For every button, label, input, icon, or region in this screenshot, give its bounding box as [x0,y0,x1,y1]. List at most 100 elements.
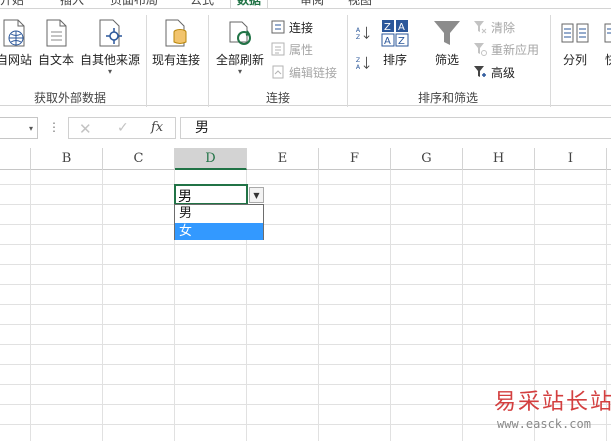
tab-insert[interactable]: 插入 [60,0,84,8]
gridline [0,244,611,245]
gridline [318,170,319,441]
svg-text:Z: Z [356,57,360,64]
gridline [0,224,611,225]
properties-icon [270,41,286,57]
svg-text:Z: Z [356,34,360,41]
gridline [30,170,31,441]
svg-text:Z: Z [384,22,391,33]
site-watermark: 易采站长站 [494,390,611,415]
reapply-filter-label: 重新应用 [491,42,540,57]
active-cell-d[interactable]: 男 [174,184,248,205]
reapply-filter-icon [472,41,488,57]
filter-button[interactable]: 筛选 [432,17,462,67]
dropdown-option-male[interactable]: 男 [175,205,263,222]
clear-filter-button[interactable]: 清除 [472,17,515,37]
dropdown-option-female[interactable]: 女 [175,223,263,240]
edit-links-button[interactable]: 编辑链接 [270,62,337,82]
tab-home[interactable]: 开始 [0,0,24,8]
connections-group-label: 连接 [266,91,291,105]
column-header-c[interactable]: C [103,148,175,170]
svg-text:A: A [398,22,405,33]
edit-links-label: 编辑链接 [289,65,338,80]
cancel-icon[interactable]: ✕ [79,120,92,138]
sort-ascending-icon: AZ [355,25,371,41]
existing-connections-button[interactable]: 现有连接 [152,17,200,67]
sort-filter-group-label: 排序和筛选 [418,91,479,105]
svg-text:A: A [384,36,391,47]
connections-button[interactable]: 连接 [270,17,313,37]
sort-button[interactable]: ZAAZ 排序 [380,17,410,67]
text-to-columns-label: 分列 [562,53,587,67]
from-other-sources-button[interactable]: 自其他来源 ▾ [80,17,140,76]
chevron-down-icon: ▼ [253,190,260,200]
chevron-down-icon[interactable]: ▾ [29,124,33,133]
svg-text:A: A [356,27,361,34]
column-header-g[interactable]: G [391,148,463,170]
validation-dropdown-button[interactable]: ▼ [249,187,264,203]
column-header-h[interactable]: H [463,148,535,170]
more-options-icon[interactable]: ⋮ [48,120,60,134]
filter-label: 筛选 [434,53,459,67]
active-cell-value: 男 [178,189,192,205]
existing-connections-label: 现有连接 [152,53,201,67]
svg-text:A: A [356,64,361,71]
advanced-filter-icon [472,64,488,80]
ribbon-tab-strip: 开始 插入 页面布局 公式 数据 审阅 视图 [0,0,611,8]
clear-filter-label: 清除 [491,20,516,35]
tab-data[interactable]: 数据 [230,0,269,8]
from-web-button[interactable]: 自网站 [0,17,32,67]
tab-review[interactable]: 审阅 [300,0,324,8]
worksheet-grid: B C D E F G H I 男 ▼ 男 女 易采站长站 www.easck.… [0,148,611,441]
reapply-filter-button[interactable]: 重新应用 [472,39,539,59]
column-header-e[interactable]: E [247,148,319,170]
gridline [0,364,611,365]
tab-formulas[interactable]: 公式 [190,0,214,8]
column-header-d[interactable]: D [175,148,247,170]
clear-filter-icon [472,19,488,35]
text-to-columns-button[interactable]: 分列 [560,17,590,67]
filter-funnel-icon [432,17,462,49]
column-header-row: B C D E F G H I [0,148,611,170]
gridline [462,170,463,441]
tab-view[interactable]: 视图 [348,0,372,8]
web-page-icon [0,17,29,49]
properties-button[interactable]: 属性 [270,39,313,59]
advanced-filter-button[interactable]: 高级 [472,62,515,82]
column-header-a[interactable] [0,148,31,170]
sort-ascending-button[interactable]: AZ [355,23,374,43]
other-sources-icon [95,17,125,49]
flash-fill-label: 快 [604,53,611,67]
formula-input[interactable]: 男 [180,117,611,139]
sort-descending-button[interactable]: ZA [355,53,374,73]
text-to-columns-icon [560,17,590,49]
sort-descending-icon: ZA [355,55,371,71]
enter-icon[interactable]: ✓ [117,120,129,136]
site-watermark-url: www.easck.com [497,417,591,431]
connections-label: 连接 [289,20,314,35]
text-file-icon [41,17,71,49]
column-header-i[interactable]: I [535,148,607,170]
ribbon: 自网站 自文本 自其他来源 ▾ 现有连接 获取外部数据 全部刷新 ▾ 连接 属性… [0,8,611,107]
group-divider [208,15,209,107]
gridline [0,324,611,325]
flash-fill-icon [596,17,611,49]
flash-fill-button[interactable]: 快 [596,17,611,67]
name-box[interactable]: ▾ [0,117,38,139]
sort-dialog-icon: ZAAZ [380,17,410,49]
tab-page-layout[interactable]: 页面布局 [110,0,158,8]
formula-controls: ✕ ✓ fx [68,117,176,139]
formula-bar: ▾ ⋮ ✕ ✓ fx 男 [0,114,611,142]
chevron-down-icon: ▾ [238,67,243,76]
gridline [0,184,611,185]
refresh-all-button[interactable]: 全部刷新 ▾ [216,17,264,76]
existing-connections-icon [161,17,191,49]
column-header-b[interactable]: B [31,148,103,170]
refresh-icon [225,17,255,49]
from-text-button[interactable]: 自文本 [38,17,74,67]
connections-icon [270,19,286,35]
column-header-f[interactable]: F [319,148,391,170]
insert-function-button[interactable]: fx [151,120,163,135]
gridline [0,284,611,285]
from-text-label: 自文本 [38,53,75,67]
svg-text:Z: Z [398,36,405,47]
